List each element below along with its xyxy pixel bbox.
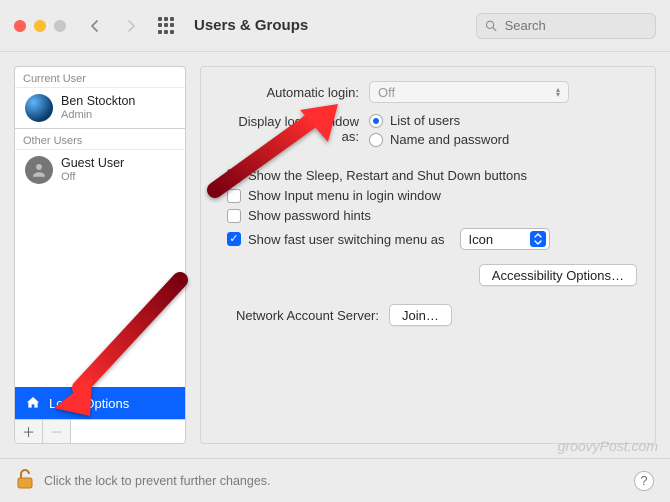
fast-switch-popup[interactable]: Icon: [460, 228, 550, 250]
chevron-updown-icon: [530, 231, 546, 247]
checkbox-icon: [227, 189, 241, 203]
chevron-updown-icon: ▴▾: [556, 87, 560, 97]
search-input[interactable]: [503, 17, 647, 34]
help-button[interactable]: ?: [634, 471, 654, 491]
auto-login-label: Automatic login:: [219, 85, 369, 100]
user-role: Admin: [61, 109, 135, 122]
remove-user-button[interactable]: －: [43, 420, 71, 443]
login-options-label: Login Options: [49, 396, 129, 411]
grid-icon: [157, 16, 177, 36]
users-sidebar: Current User Ben Stockton Admin Other Us…: [14, 66, 186, 444]
auto-login-value: Off: [378, 85, 395, 100]
person-icon: [30, 161, 48, 179]
join-button[interactable]: Join…: [389, 304, 452, 326]
titlebar: Users & Groups: [0, 0, 670, 52]
back-button[interactable]: [82, 14, 108, 38]
footer: Click the lock to prevent further change…: [0, 458, 670, 502]
window-controls: [14, 20, 66, 32]
checkbox-icon: [227, 232, 241, 246]
page-title: Users & Groups: [194, 17, 308, 34]
checkbox-icon: [227, 209, 241, 223]
lock-text: Click the lock to prevent further change…: [44, 474, 271, 488]
forward-button[interactable]: [118, 14, 144, 38]
show-all-button[interactable]: [154, 14, 180, 38]
sidebar-footer: ＋ －: [15, 419, 185, 443]
checkbox-input-menu[interactable]: Show Input menu in login window: [227, 188, 637, 203]
user-name: Guest User: [61, 156, 124, 170]
display-window-label: Display login window as:: [219, 113, 369, 144]
current-user-label: Current User: [15, 67, 185, 88]
prefs-window: Users & Groups Current User Ben Stockton…: [0, 0, 670, 502]
add-user-button[interactable]: ＋: [15, 420, 43, 443]
radio-name-and-password[interactable]: Name and password: [369, 132, 509, 147]
avatar: [25, 156, 53, 184]
settings-panel: Automatic login: Off ▴▾ Display login wi…: [200, 66, 656, 444]
user-role: Off: [61, 171, 124, 184]
checkbox-icon: [227, 169, 241, 183]
avatar: [25, 94, 53, 122]
close-window-button[interactable]: [14, 20, 26, 32]
guest-user-row[interactable]: Guest User Off: [15, 150, 185, 190]
radio-icon: [369, 133, 383, 147]
login-options-row[interactable]: Login Options: [15, 387, 185, 419]
lock-button[interactable]: [16, 468, 34, 493]
checkbox-sleep-restart[interactable]: Show the Sleep, Restart and Shut Down bu…: [227, 168, 637, 183]
zoom-window-button[interactable]: [54, 20, 66, 32]
auto-login-popup[interactable]: Off ▴▾: [369, 81, 569, 103]
other-users-label: Other Users: [15, 128, 185, 150]
checkbox-password-hints[interactable]: Show password hints: [227, 208, 637, 223]
current-user-row[interactable]: Ben Stockton Admin: [15, 88, 185, 128]
search-icon: [485, 19, 497, 32]
search-field[interactable]: [476, 13, 656, 39]
nas-label: Network Account Server:: [219, 308, 379, 323]
accessibility-options-button[interactable]: Accessibility Options…: [479, 264, 637, 286]
checkbox-fast-switch[interactable]: Show fast user switching menu as Icon: [227, 228, 637, 250]
lock-open-icon: [16, 468, 34, 490]
minimize-window-button[interactable]: [34, 20, 46, 32]
user-name: Ben Stockton: [61, 94, 135, 108]
house-icon: [25, 395, 41, 411]
radio-icon: [369, 114, 383, 128]
radio-list-of-users[interactable]: List of users: [369, 113, 509, 128]
content-area: Current User Ben Stockton Admin Other Us…: [0, 52, 670, 458]
fast-switch-value: Icon: [469, 232, 494, 247]
